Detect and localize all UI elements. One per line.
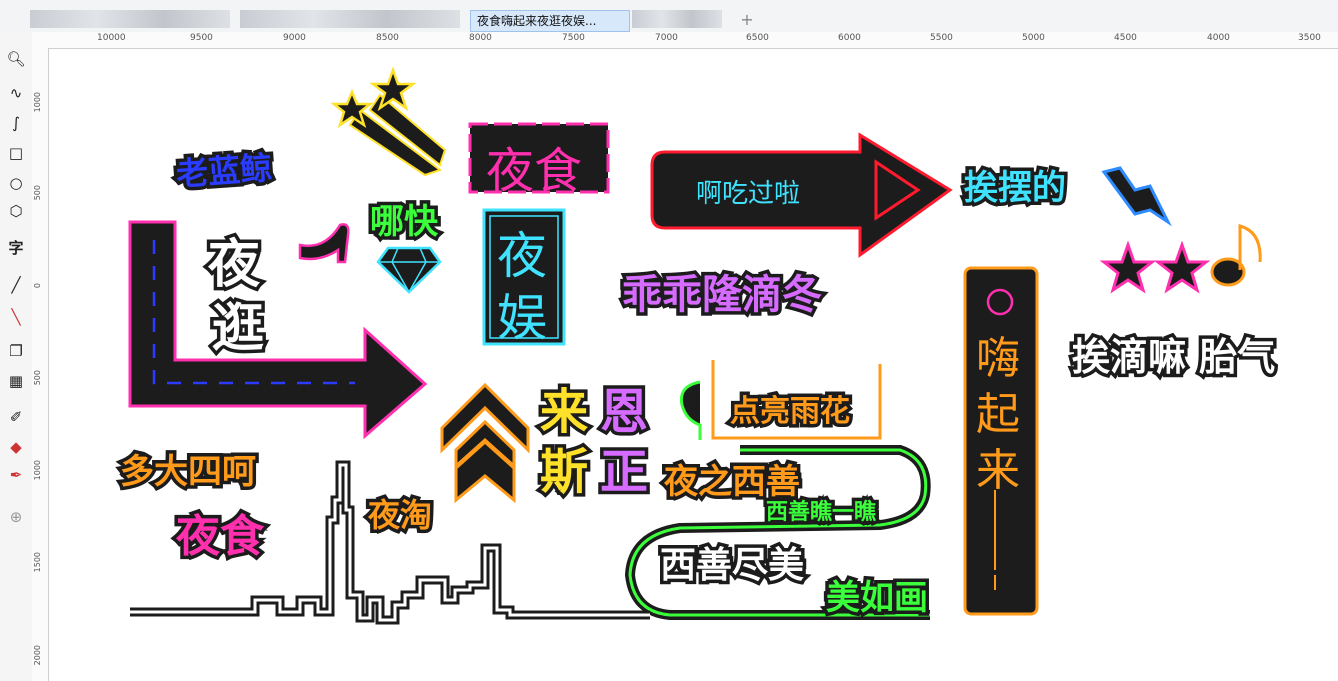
ye-yu-char-2: 娱 (497, 289, 547, 347)
high-heel-icon (298, 223, 350, 264)
lai-char: 来 (976, 445, 1020, 496)
l-arrow-shape (128, 220, 428, 440)
ye-shi-top-text: 夜食 (486, 143, 583, 199)
xi-shan-jin-mei-text: 西善尽美 (656, 542, 807, 590)
shooting-stars-icon (330, 66, 447, 177)
duo-da-si-he-text: 多大四呵 (117, 449, 260, 496)
ye-guang-char-2: 逛 (208, 296, 267, 363)
ye-shi-bottom-text: 夜食 (173, 508, 268, 566)
xi-shan-qiao-text: 西善瞧一瞧 (762, 497, 879, 529)
chevron-up-icon (440, 382, 530, 504)
ye-tao-text: 夜淘 (364, 493, 435, 538)
guai-guai-text: 乖乖隆滴冬 (619, 269, 826, 322)
ai-di-ma-text: 挨滴嘛 胎气 (1068, 332, 1278, 383)
hai-char: 嗨 (976, 333, 1020, 384)
mei-ru-hua-text: 美如画 (823, 575, 932, 622)
dian-liang-text: 点亮雨花 (727, 391, 854, 433)
lao-lan-jing-text: 老蓝鲸 (171, 145, 276, 197)
zheng-char: 正 (596, 441, 651, 504)
na-kuai-text: 哪快 (367, 199, 442, 246)
diamond-icon (376, 246, 442, 294)
ai-bai-de-text: 挨摆的 (961, 165, 1070, 212)
qi-char: 起 (976, 389, 1020, 440)
pink-stars-icon (1099, 240, 1211, 294)
a-chi-guo-la-text: 啊吃过啦 (696, 179, 801, 209)
lightning-icon (1101, 166, 1172, 227)
music-note-icon (1210, 224, 1262, 287)
si-char: 斯 (536, 441, 591, 504)
balloon-icon (679, 380, 702, 440)
